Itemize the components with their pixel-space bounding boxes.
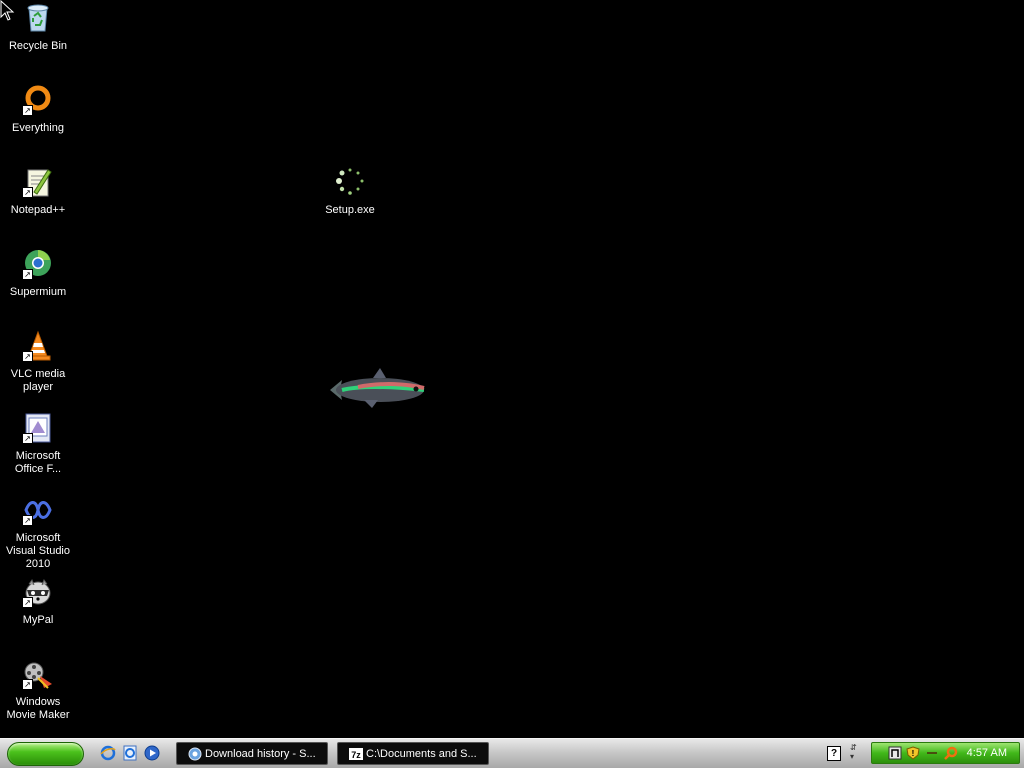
- svg-text:7z: 7z: [351, 750, 361, 760]
- desktop: Recycle Bin ↗ Everything ↗ Notepad++ ↗ S…: [0, 0, 1024, 738]
- desktop-icon-everything[interactable]: ↗ Everything: [0, 84, 76, 135]
- network-icon[interactable]: [888, 746, 902, 760]
- desktop-icon-label: Notepad++: [10, 204, 66, 216]
- vlc-cone-icon: ↗: [22, 330, 54, 362]
- desktop-icon-label: Microsoft Office F...: [14, 450, 62, 475]
- taskbar-button-label: C:\Documents and S...: [366, 748, 477, 760]
- desktop-icon-label: VLC media player: [10, 368, 66, 393]
- desktop-icon-mypal[interactable]: ↗ MyPal: [0, 576, 76, 627]
- desktop-icon-setup-exe[interactable]: Setup.exe: [312, 166, 388, 217]
- notepad-plus-plus-icon: ↗: [22, 166, 54, 198]
- desktop-icon-label: Microsoft Visual Studio 2010: [5, 532, 70, 570]
- start-button[interactable]: [7, 742, 84, 766]
- shortcut-arrow-icon: ↗: [22, 187, 33, 198]
- desktop-icon-label: Everything: [12, 122, 64, 134]
- supermium-browser-icon: ↗: [22, 248, 54, 280]
- internet-explorer-icon[interactable]: [100, 745, 116, 761]
- shortcut-arrow-icon: ↗: [22, 269, 33, 280]
- desktop-icon-label: Setup.exe: [325, 204, 375, 216]
- desktop-icon-label: Windows Movie Maker: [6, 696, 70, 721]
- taskbar-button-documents-folder[interactable]: 7z C:\Documents and S...: [337, 742, 489, 765]
- arrow-icon[interactable]: [925, 746, 939, 760]
- desktop-icon-windows-movie-maker[interactable]: ↗ Windows Movie Maker: [0, 658, 76, 722]
- shortcut-arrow-icon: ↗: [22, 433, 33, 444]
- desktop-icon-vlc-media-player[interactable]: ↗ VLC media player: [0, 330, 76, 394]
- movie-maker-icon: ↗: [22, 658, 54, 690]
- media-player-icon[interactable]: [144, 745, 160, 761]
- taskbar-button-download-history[interactable]: Download history - S...: [176, 742, 328, 765]
- taskbar: Download history - S... 7z C:\Documents …: [0, 738, 1024, 768]
- desktop-icon-supermium[interactable]: ↗ Supermium: [0, 248, 76, 299]
- shortcut-arrow-icon: ↗: [22, 515, 33, 526]
- recycle-bin-icon: [22, 2, 54, 34]
- fish-image: [330, 368, 425, 408]
- desktop-icon-recycle-bin[interactable]: Recycle Bin: [0, 2, 76, 53]
- clock[interactable]: 4:57 AM: [967, 743, 1007, 764]
- ie-page-icon[interactable]: [122, 745, 138, 761]
- everything-search-icon: ↗: [22, 84, 54, 116]
- mypal-raccoon-icon: ↗: [22, 576, 54, 608]
- desktop-icon-label: Supermium: [9, 286, 67, 298]
- loading-spinner-icon: [334, 166, 366, 198]
- shortcut-arrow-icon: ↗: [22, 105, 33, 116]
- 7zip-icon: 7z: [349, 748, 363, 760]
- shortcut-arrow-icon: ↗: [22, 597, 33, 608]
- security-shield-icon[interactable]: !: [906, 746, 920, 760]
- search-tray-icon[interactable]: [944, 746, 958, 760]
- desktop-icon-visual-studio-2010[interactable]: ↗ Microsoft Visual Studio 2010: [0, 494, 76, 571]
- desktop-icon-label: MyPal: [22, 614, 54, 626]
- taskbar-button-label: Download history - S...: [205, 748, 316, 760]
- visual-studio-icon: ↗: [22, 494, 54, 526]
- browser-icon: [188, 747, 202, 761]
- quick-launch-bar: [100, 745, 160, 763]
- language-bar-help-icon[interactable]: ?: [827, 746, 841, 761]
- language-bar-options-icon[interactable]: ⇵ ▾: [850, 743, 857, 761]
- shortcut-arrow-icon: ↗: [22, 679, 33, 690]
- svg-text:!: !: [912, 749, 915, 758]
- shortcut-arrow-icon: ↗: [22, 351, 33, 362]
- desktop-icon-microsoft-office[interactable]: ↗ Microsoft Office F...: [0, 412, 76, 476]
- desktop-icon-notepad-plus-plus[interactable]: ↗ Notepad++: [0, 166, 76, 217]
- desktop-icon-label: Recycle Bin: [8, 40, 68, 52]
- system-tray: ! 4:57 AM: [871, 742, 1020, 764]
- office-file-icon: ↗: [22, 412, 54, 444]
